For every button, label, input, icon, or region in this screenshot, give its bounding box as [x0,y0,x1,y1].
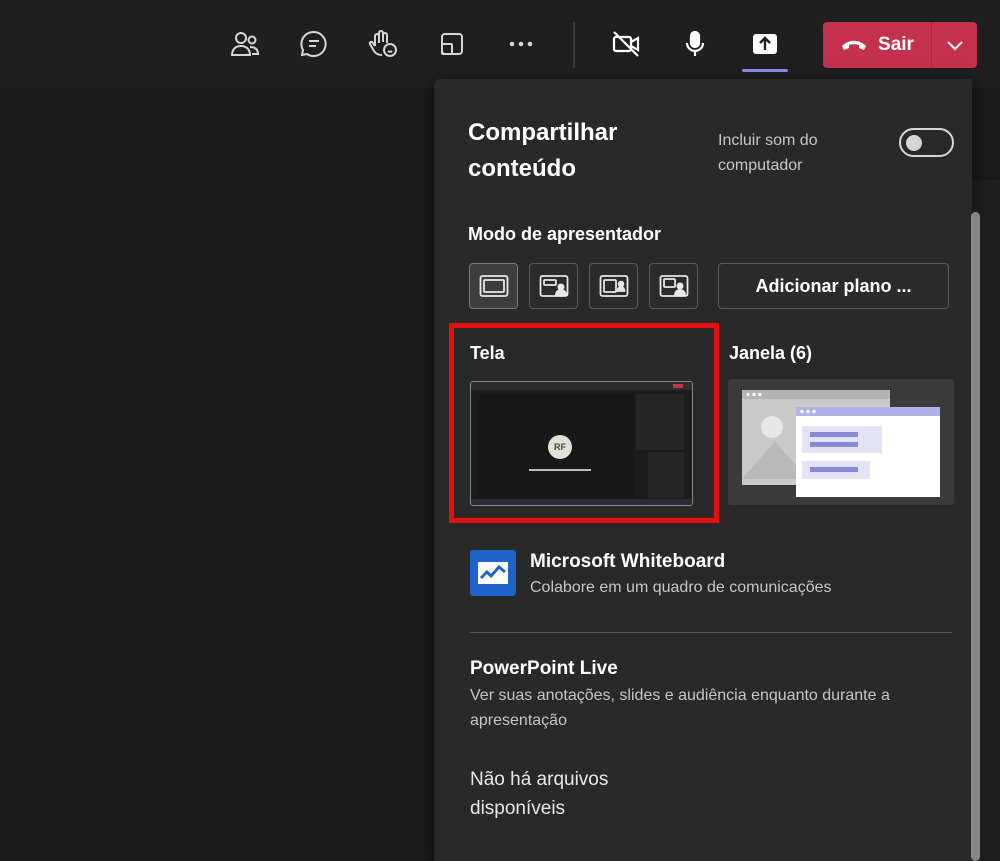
powerpoint-live-title: PowerPoint Live [470,658,618,679]
side-by-side-icon [599,275,628,297]
screen-share-thumbnail[interactable]: RF [470,381,693,506]
thumb-titlebar [471,382,692,390]
raise-hand-icon[interactable] [363,24,403,64]
panel-scrollbar[interactable] [971,212,980,861]
toolbar-divider [573,22,575,68]
window-share-thumbnail[interactable] [728,379,954,505]
mode-side-by-side-button[interactable] [589,263,638,309]
thumb-caption [529,469,591,471]
share-icon[interactable] [745,24,785,64]
include-sound-label: Incluir som do computador [718,132,818,174]
chevron-down-icon [946,41,963,51]
more-icon[interactable] [501,24,541,64]
hang-up-icon [842,40,867,50]
people-icon[interactable] [225,24,265,64]
leave-label: Sair [878,34,914,55]
share-active-indicator [742,69,788,72]
window-illustration [742,390,940,497]
standout-icon [539,275,568,297]
leave-button[interactable]: Sair [823,22,931,68]
chat-icon[interactable] [294,24,334,64]
thumb-avatar: RF [548,435,572,459]
reporter-icon [659,275,688,297]
thumb-side-panel [636,394,684,450]
leave-button-group: Sair [823,22,977,68]
toggle-knob [906,134,922,151]
presenter-mode-label: Modo de apresentador [468,224,662,244]
section-divider [470,632,952,633]
whiteboard-title[interactable]: Microsoft Whiteboard [530,551,725,573]
window-label: Janela (6) [729,343,813,363]
thumb-leave [673,384,683,388]
view-icon[interactable] [432,24,472,64]
camera-off-icon[interactable] [606,24,646,64]
mode-reporter-button[interactable] [649,263,698,309]
thumb-taskbar [471,499,692,505]
powerpoint-live-subtitle: Ver suas anotações, slides e audiência e… [470,687,890,729]
leave-options-button[interactable] [932,22,977,68]
add-background-button[interactable]: Adicionar plano ... [718,263,949,309]
mic-icon[interactable] [675,24,715,64]
whiteboard-subtitle: Colabore em um quadro de comunicações [530,579,832,596]
content-only-icon [479,275,508,297]
include-sound-toggle[interactable] [899,128,954,157]
no-files-message: Não há arquivos disponíveis [470,769,609,819]
mode-content-only-button[interactable] [469,263,518,309]
whiteboard-icon[interactable] [470,550,516,596]
thumb-self-view [648,452,684,498]
mode-standout-button[interactable] [529,263,578,309]
panel-title: Compartilhar conteúdo [468,119,618,182]
